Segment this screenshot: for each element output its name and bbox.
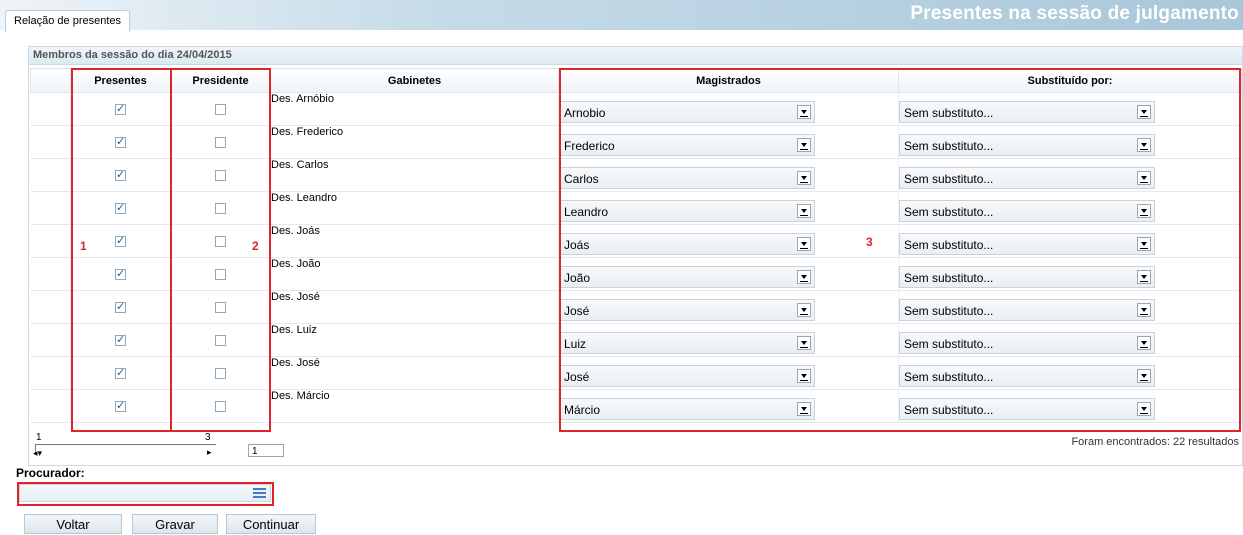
gabinete-cell: Des. João <box>270 257 559 291</box>
annotation-number-1: 1 <box>80 239 87 253</box>
pager: 1 3 ◂▾ ▸ 1 <box>33 432 293 459</box>
row-blank-cell <box>30 257 71 291</box>
top-header-bar: Relação de presentes Presentes na sessão… <box>0 0 1243 32</box>
pager-slider-track[interactable] <box>35 444 216 453</box>
gabinete-cell: Des. Leandro <box>270 191 559 225</box>
procurador-select[interactable] <box>19 484 271 502</box>
gravar-button[interactable]: Gravar <box>132 514 218 534</box>
row-blank-cell <box>30 92 71 126</box>
gabinete-cell: Des. Frederico <box>270 125 559 159</box>
annotation-number-3: 3 <box>866 235 873 249</box>
annotation-box-magistrados <box>559 68 1241 432</box>
procurador-label: Procurador: <box>16 466 85 480</box>
gabinete-cell: Des. Arnóbio <box>270 92 559 126</box>
gabinete-cell: Des. Luiz <box>270 323 559 357</box>
row-blank-cell <box>30 158 71 192</box>
row-blank-cell <box>30 191 71 225</box>
pager-last-label: 3 <box>205 432 211 443</box>
column-header-blank <box>30 68 71 93</box>
page-number-input[interactable]: 1 <box>248 444 284 457</box>
gabinete-cell: Des. José <box>270 356 559 390</box>
gabinete-cell: Des. José <box>270 290 559 324</box>
results-count: Foram encontrados: 22 resultados <box>1071 436 1239 448</box>
row-blank-cell <box>30 125 71 159</box>
pager-next-icon[interactable]: ▸ <box>207 447 212 458</box>
pager-first-label: 1 <box>36 432 42 443</box>
annotation-number-2: 2 <box>252 239 259 253</box>
row-blank-cell <box>30 290 71 324</box>
continuar-button[interactable]: Continuar <box>226 514 316 534</box>
gabinete-cell: Des. Joás <box>270 224 559 258</box>
panel-title: Membros da sessão do dia 24/04/2015 <box>29 47 1242 65</box>
pager-prev-icon[interactable]: ◂▾ <box>33 448 42 459</box>
page-title: Presentes na sessão de julgamento <box>910 3 1239 24</box>
tab-relacao-presentes[interactable]: Relação de presentes <box>5 10 131 32</box>
row-blank-cell <box>30 356 71 390</box>
row-blank-cell <box>30 323 71 357</box>
gabinete-cell: Des. Carlos <box>270 158 559 192</box>
list-menu-icon[interactable] <box>253 488 266 498</box>
gabinete-cell: Des. Márcio <box>270 389 559 423</box>
row-blank-cell <box>30 389 71 423</box>
voltar-button[interactable]: Voltar <box>24 514 122 534</box>
row-blank-cell <box>30 224 71 258</box>
column-header-gabinetes[interactable]: Gabinetes <box>270 68 559 93</box>
